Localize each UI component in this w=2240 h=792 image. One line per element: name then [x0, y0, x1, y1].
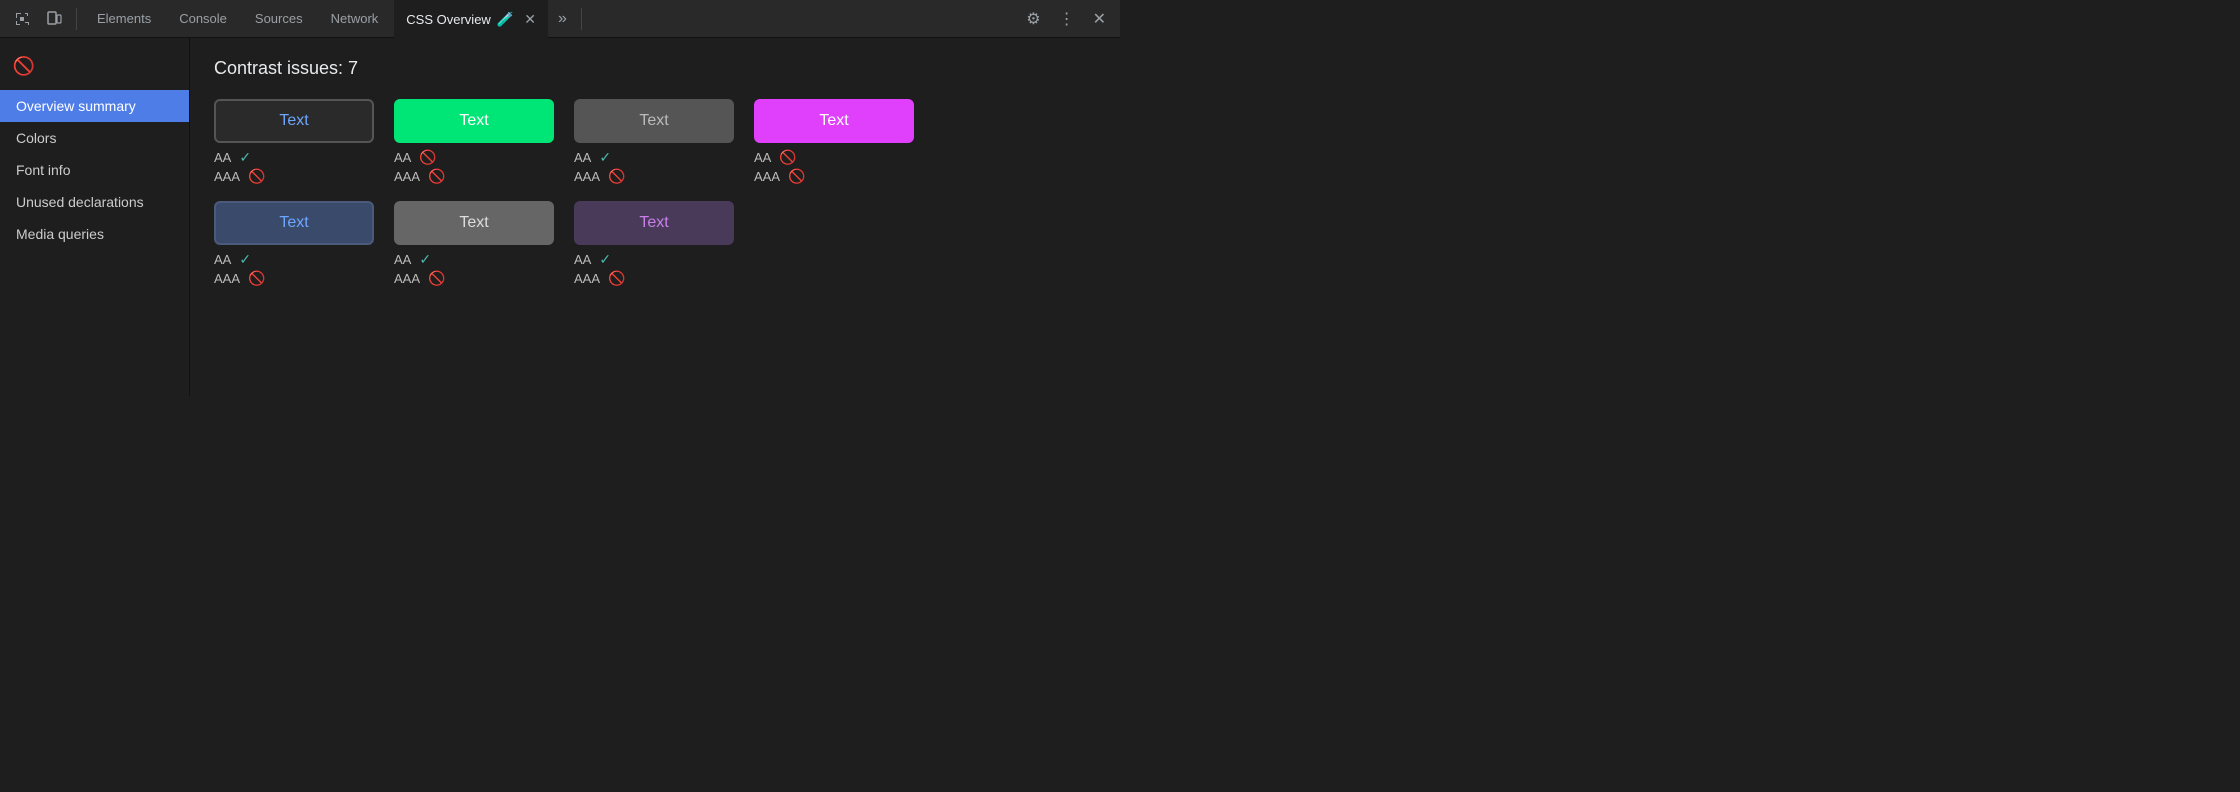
aa-label-7: AA [574, 252, 591, 267]
aa-pass-icon-1: ✓ [239, 149, 251, 166]
contrast-btn-3[interactable]: Text [574, 99, 734, 143]
aaa-label-6: AAA [394, 271, 420, 286]
contrast-btn-1[interactable]: Text [214, 99, 374, 143]
sidebar-item-colors[interactable]: Colors [0, 122, 189, 154]
contrast-grid: Text AA ✓ AAA 🚫 [214, 99, 1096, 287]
sidebar-item-media-queries[interactable]: Media queries [0, 218, 189, 250]
more-tabs-button[interactable]: » [552, 10, 573, 28]
aaa-label-4: AAA [754, 169, 780, 184]
contrast-btn-2[interactable]: Text [394, 99, 554, 143]
no-icon[interactable]: 🚫 [8, 50, 40, 82]
contrast-item-4: Text AA 🚫 AAA 🚫 [754, 99, 914, 185]
tab-sources[interactable]: Sources [243, 0, 315, 38]
content-area: Contrast issues: 7 Text AA ✓ AAA [190, 38, 1120, 396]
toolbar-divider-1 [76, 8, 77, 30]
aaa-label-2: AAA [394, 169, 420, 184]
contrast-item-1: Text AA ✓ AAA 🚫 [214, 99, 374, 185]
aa-pass-icon-7: ✓ [599, 251, 611, 268]
aaa-fail-icon-6: 🚫 [428, 270, 445, 287]
contrast-item-7: Text AA ✓ AAA 🚫 [574, 201, 734, 287]
contrast-row-2: Text AA ✓ AAA 🚫 [214, 201, 1096, 287]
toolbar-divider-2 [581, 8, 582, 30]
aa-label-2: AA [394, 150, 411, 165]
contrast-item-2: Text AA 🚫 AAA 🚫 [394, 99, 554, 185]
tab-css-overview[interactable]: CSS Overview 🧪 ✕ [394, 0, 548, 38]
contrast-item-3: Text AA ✓ AAA 🚫 [574, 99, 734, 185]
devtools-toolbar: Elements Console Sources Network CSS Ove… [0, 0, 1120, 38]
rating-3: AA ✓ AAA 🚫 [574, 149, 625, 185]
contrast-row-1: Text AA ✓ AAA 🚫 [214, 99, 1096, 185]
aaa-fail-icon-1: 🚫 [248, 168, 265, 185]
contrast-btn-7[interactable]: Text [574, 201, 734, 245]
contrast-btn-4[interactable]: Text [754, 99, 914, 143]
contrast-item-5: Text AA ✓ AAA 🚫 [214, 201, 374, 287]
rating-7: AA ✓ AAA 🚫 [574, 251, 625, 287]
aaa-fail-icon-5: 🚫 [248, 270, 265, 287]
rating-6: AA ✓ AAA 🚫 [394, 251, 445, 287]
toolbar-right: ⚙ ⋮ ✕ [1020, 9, 1112, 29]
aa-fail-icon-4: 🚫 [779, 149, 796, 166]
sidebar-item-font-info[interactable]: Font info [0, 154, 189, 186]
settings-icon[interactable]: ⚙ [1020, 9, 1046, 29]
aaa-fail-icon-7: 🚫 [608, 270, 625, 287]
contrast-btn-5[interactable]: Text [214, 201, 374, 245]
contrast-btn-6[interactable]: Text [394, 201, 554, 245]
aaa-label-1: AAA [214, 169, 240, 184]
close-devtools-icon[interactable]: ✕ [1087, 9, 1112, 29]
tab-elements[interactable]: Elements [85, 0, 163, 38]
aaa-fail-icon-2: 🚫 [428, 168, 445, 185]
tab-console[interactable]: Console [167, 0, 239, 38]
aa-fail-icon-2: 🚫 [419, 149, 436, 166]
aa-pass-icon-5: ✓ [239, 251, 251, 268]
sidebar-item-unused-declarations[interactable]: Unused declarations [0, 186, 189, 218]
aaa-fail-icon-3: 🚫 [608, 168, 625, 185]
rating-5: AA ✓ AAA 🚫 [214, 251, 265, 287]
aaa-label-7: AAA [574, 271, 600, 286]
aa-label-3: AA [574, 150, 591, 165]
tab-close-icon[interactable]: ✕ [524, 11, 536, 28]
aa-label-4: AA [754, 150, 771, 165]
inspect-icon[interactable] [8, 5, 36, 33]
sidebar: 🚫 Overview summary Colors Font info Unus… [0, 38, 190, 396]
tab-network[interactable]: Network [319, 0, 391, 38]
rating-2: AA 🚫 AAA 🚫 [394, 149, 445, 185]
contrast-issues-title: Contrast issues: 7 [214, 58, 1096, 79]
aa-label-6: AA [394, 252, 411, 267]
contrast-item-6: Text AA ✓ AAA 🚫 [394, 201, 554, 287]
more-options-icon[interactable]: ⋮ [1053, 9, 1081, 29]
aaa-fail-icon-4: 🚫 [788, 168, 805, 185]
aaa-label-3: AAA [574, 169, 600, 184]
aa-pass-icon-6: ✓ [419, 251, 431, 268]
beaker-icon: 🧪 [497, 11, 514, 28]
device-icon[interactable] [40, 5, 68, 33]
aa-label-1: AA [214, 150, 231, 165]
aa-pass-icon-3: ✓ [599, 149, 611, 166]
main-layout: 🚫 Overview summary Colors Font info Unus… [0, 38, 1120, 396]
aaa-label-5: AAA [214, 271, 240, 286]
rating-4: AA 🚫 AAA 🚫 [754, 149, 805, 185]
rating-1: AA ✓ AAA 🚫 [214, 149, 265, 185]
aa-label-5: AA [214, 252, 231, 267]
sidebar-item-overview-summary[interactable]: Overview summary [0, 90, 189, 122]
